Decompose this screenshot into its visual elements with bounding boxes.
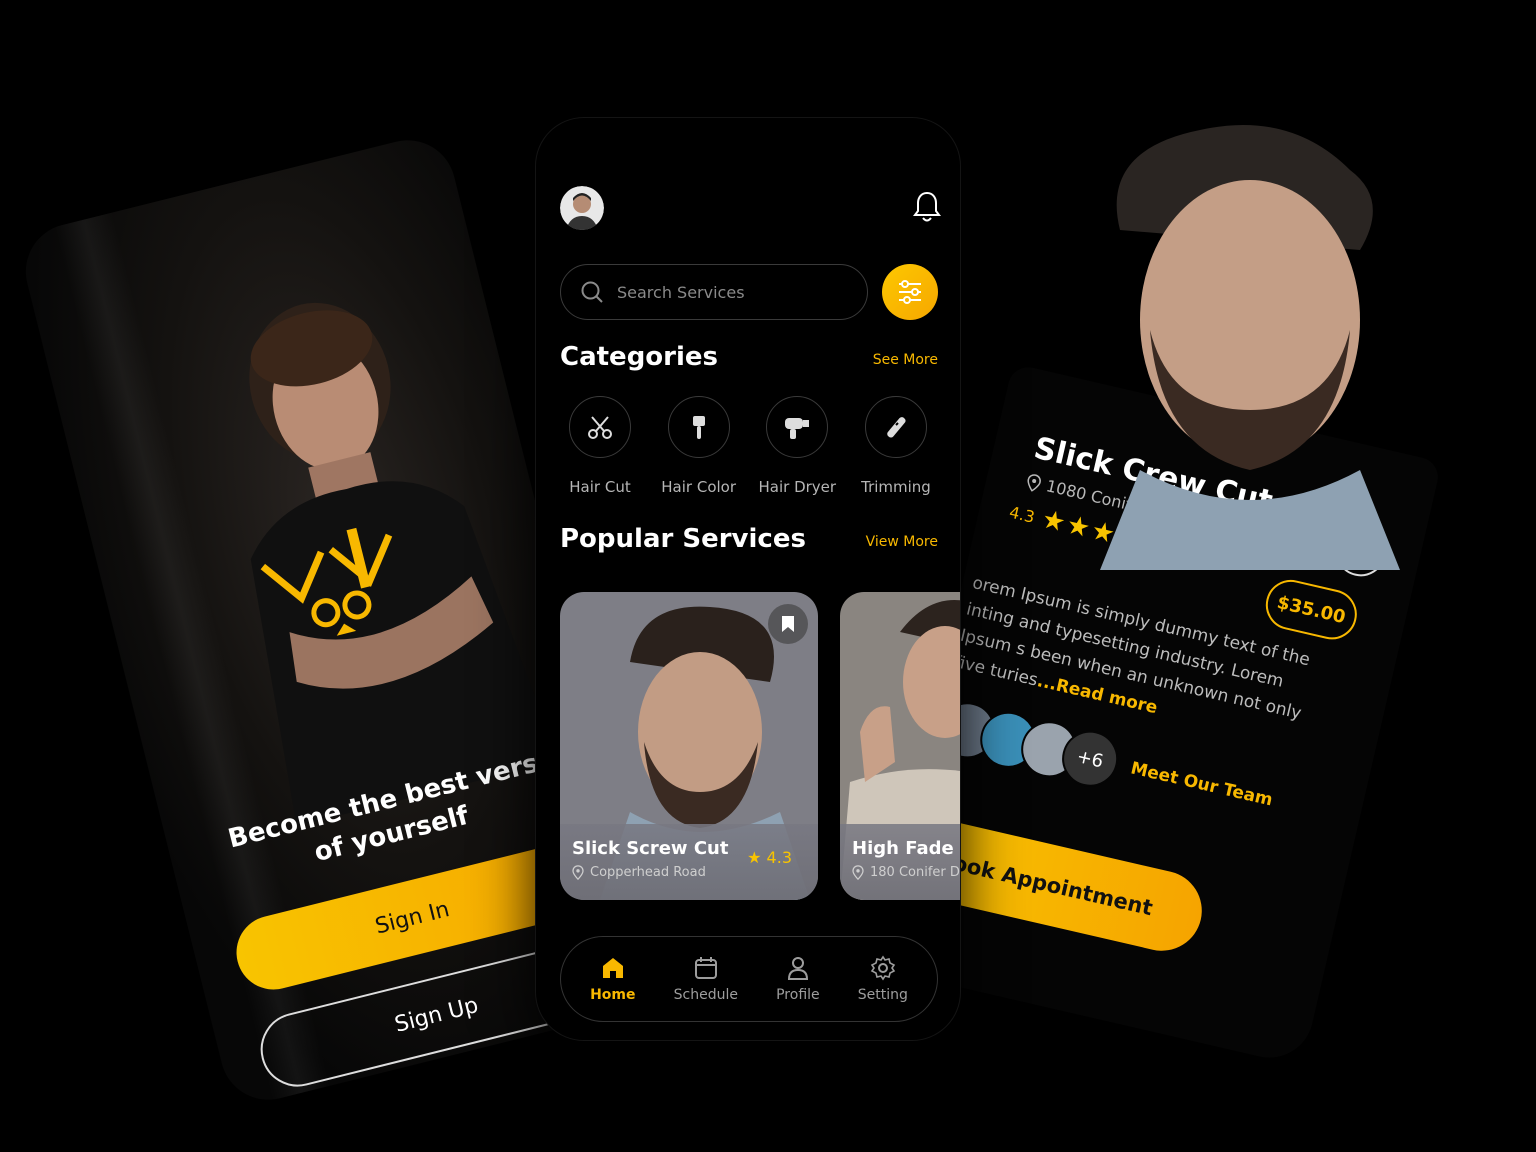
popular-services-title: Popular Services xyxy=(560,524,806,554)
category-hair-color[interactable]: Hair Color xyxy=(651,396,747,496)
star-icon: ★ xyxy=(747,848,762,867)
category-label: Hair Dryer xyxy=(758,478,837,496)
filter-button[interactable] xyxy=(882,264,938,320)
rating-value: 4.3 xyxy=(766,848,792,867)
scissors-icon xyxy=(588,416,612,439)
category-icon-circle xyxy=(569,396,631,458)
search-input[interactable] xyxy=(617,282,837,302)
service-price: $35.00 xyxy=(1260,574,1362,645)
categories-title: Categories xyxy=(560,342,719,372)
filter-sliders-icon xyxy=(899,280,921,304)
avatar-image xyxy=(560,186,604,230)
rating-value: 4.3 xyxy=(1007,502,1037,527)
user-icon xyxy=(787,957,808,980)
service-location: Copperhead Road xyxy=(572,865,806,880)
service-name: High Fade C xyxy=(852,838,960,859)
search-bar[interactable] xyxy=(560,264,868,320)
tab-label: Setting xyxy=(857,987,908,1003)
calendar-icon xyxy=(694,957,717,979)
sign-in-label: Sign In xyxy=(372,896,452,940)
sign-up-label: Sign Up xyxy=(392,992,481,1038)
service-card[interactable]: Slick Screw Cut Copperhead Road ★ 4.3 xyxy=(560,592,818,900)
gear-icon xyxy=(870,955,896,981)
hair-dryer-icon xyxy=(785,418,810,439)
bell-icon[interactable] xyxy=(912,190,942,224)
tab-profile[interactable]: Profile xyxy=(776,955,820,1003)
location-pin-icon xyxy=(852,865,864,880)
category-label: Trimming xyxy=(861,478,931,496)
service-rating: ★ 4.3 xyxy=(747,848,792,867)
location-text: Copperhead Road xyxy=(590,865,706,880)
brush-icon xyxy=(692,416,705,439)
book-appointment-label: Book Appointment xyxy=(934,847,1155,921)
user-avatar[interactable] xyxy=(560,186,604,230)
tab-schedule[interactable]: Schedule xyxy=(674,955,738,1003)
bottom-tab-bar: Home Schedule Profile Setting xyxy=(560,936,938,1022)
home-icon xyxy=(602,958,623,978)
category-label: Hair Cut xyxy=(569,478,631,496)
category-trimming[interactable]: Trimming xyxy=(848,396,944,496)
bookmark-button[interactable] xyxy=(768,604,808,644)
location-pin-icon xyxy=(572,865,584,880)
tab-label: Schedule xyxy=(673,987,738,1003)
view-more-link[interactable]: View More xyxy=(866,534,938,550)
tab-label: Home xyxy=(590,987,636,1003)
tab-setting[interactable]: Setting xyxy=(858,955,908,1003)
service-card[interactable]: High Fade C 180 Conifer D xyxy=(840,592,960,900)
search-icon xyxy=(581,281,603,303)
trimmer-icon xyxy=(887,417,906,438)
service-location: 180 Conifer D xyxy=(852,865,960,880)
location-pin-icon xyxy=(1027,473,1042,492)
category-label: Hair Color xyxy=(661,478,737,496)
tab-label: Profile xyxy=(776,987,820,1003)
home-screen: Categories See More Hair Cut Hair Col xyxy=(536,118,960,1040)
meet-team-link[interactable]: Meet Our Team xyxy=(1129,758,1275,810)
popular-services-list: Slick Screw Cut Copperhead Road ★ 4.3 Hi… xyxy=(560,592,960,902)
category-icon-circle xyxy=(766,396,829,458)
bookmark-icon xyxy=(782,616,794,632)
tab-home[interactable]: Home xyxy=(590,955,635,1003)
location-text: 180 Conifer D xyxy=(870,865,960,880)
see-more-link[interactable]: See More xyxy=(873,352,938,368)
service-card-info: High Fade C 180 Conifer D xyxy=(840,824,960,900)
service-card-info: Slick Screw Cut Copperhead Road ★ 4.3 xyxy=(560,824,818,900)
category-hair-dryer[interactable]: Hair Dryer xyxy=(749,396,845,496)
categories-list: Hair Cut Hair Color Hair Dryer Trimming xyxy=(552,396,944,496)
category-hair-cut[interactable]: Hair Cut xyxy=(552,396,648,496)
category-icon-circle xyxy=(864,396,927,458)
model-photo xyxy=(1100,125,1400,570)
category-icon-circle xyxy=(667,396,730,458)
